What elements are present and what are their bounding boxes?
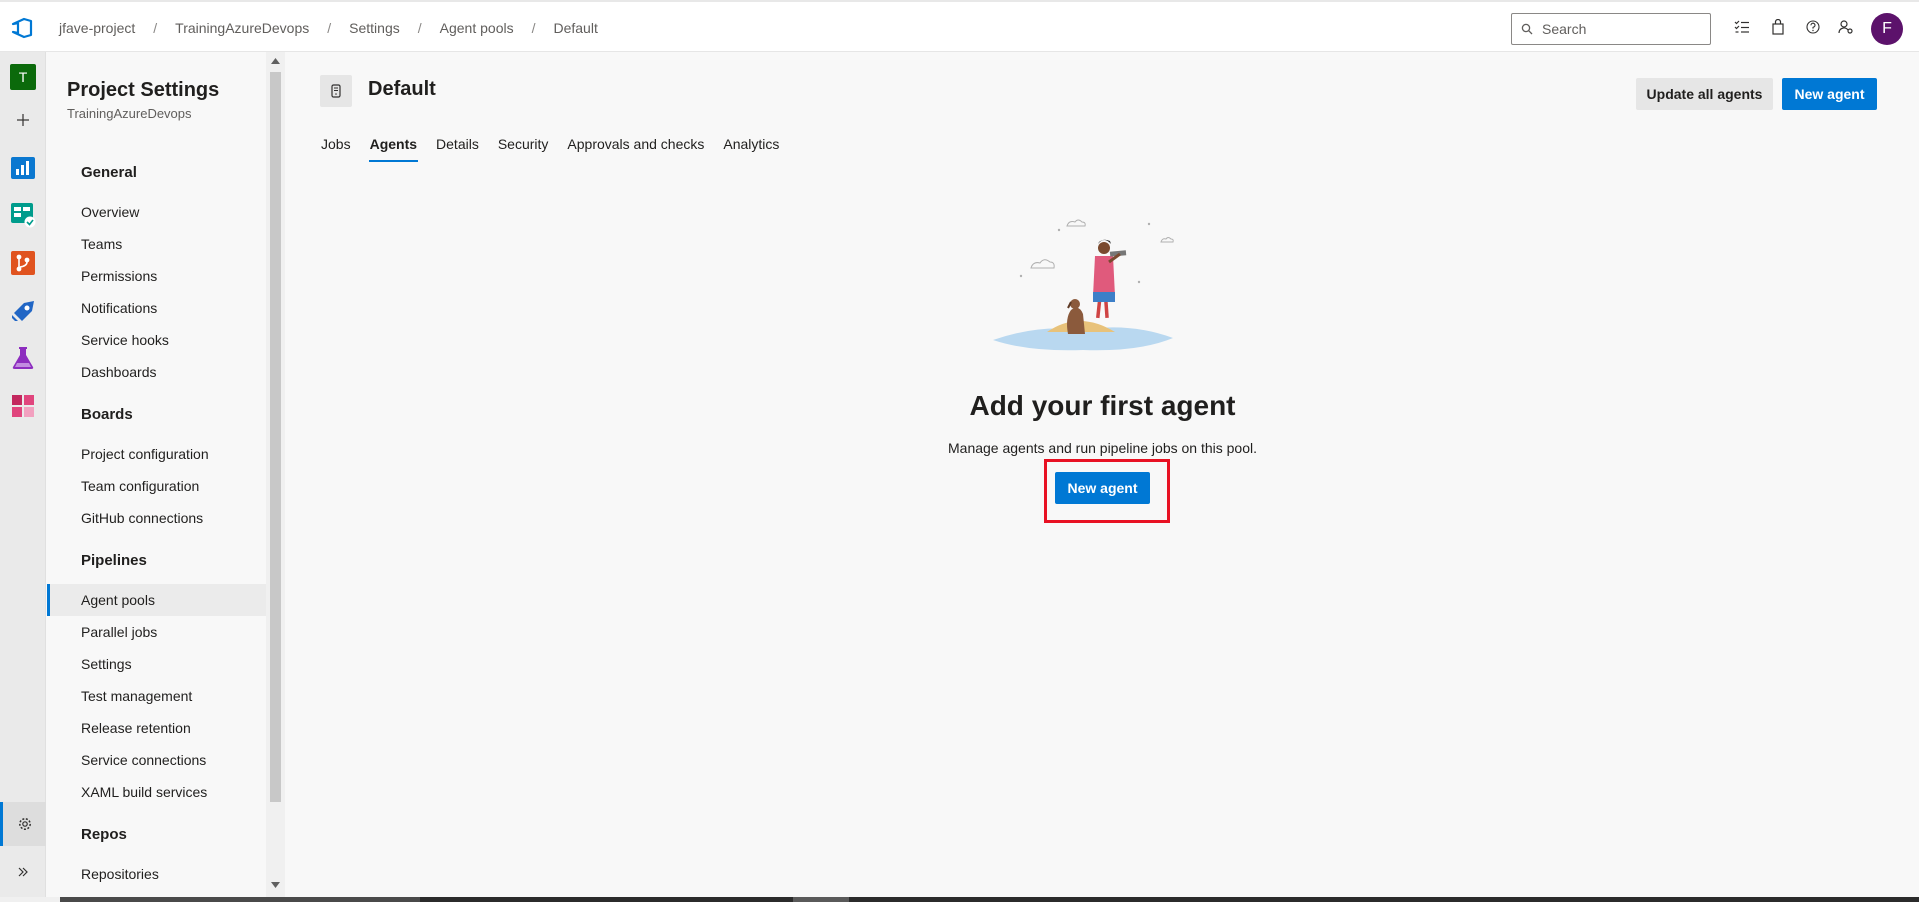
sidebar-item-github-connections[interactable]: GitHub connections — [47, 502, 266, 534]
work-items-list-icon[interactable] — [1732, 17, 1752, 37]
breadcrumb-separator: / — [153, 20, 158, 36]
taskbar-segment — [60, 897, 420, 902]
boards-icon[interactable] — [10, 202, 36, 228]
breadcrumb-organization[interactable]: jfave-project — [57, 20, 137, 36]
empty-state-description: Manage agents and run pipeline jobs on t… — [948, 440, 1257, 456]
scroll-up-arrow-icon[interactable] — [271, 58, 280, 64]
main-content: Default Update all agents New agent Jobs… — [286, 52, 1919, 897]
expand-icon[interactable] — [0, 852, 46, 892]
sidebar-subtitle: TrainingAzureDevops — [67, 106, 192, 121]
pool-tabs: Jobs Agents Details Security Approvals a… — [320, 126, 797, 162]
sidebar-item-service-connections[interactable]: Service connections — [47, 744, 266, 776]
sidebar-item-settings[interactable]: Settings — [47, 648, 266, 680]
empty-state-illustration — [993, 219, 1174, 351]
sidebar-item-release-retention[interactable]: Release retention — [47, 712, 266, 744]
page-title: Default — [368, 78, 436, 100]
taskbar-segment — [0, 897, 60, 902]
sidebar-item-xaml-build-services[interactable]: XAML build services — [47, 776, 266, 808]
avatar[interactable]: F — [1871, 13, 1903, 45]
breadcrumb-separator: / — [531, 20, 536, 36]
sidebar-item-notifications[interactable]: Notifications — [47, 292, 266, 324]
overview-icon[interactable] — [10, 155, 36, 181]
sidebar-item-team-configuration[interactable]: Team configuration — [47, 470, 266, 502]
sidebar-item-repositories[interactable]: Repositories — [47, 858, 266, 890]
breadcrumb-agent-pools[interactable]: Agent pools — [438, 20, 516, 36]
search-box[interactable] — [1511, 13, 1711, 45]
sidebar-item-teams[interactable]: Teams — [47, 228, 266, 260]
breadcrumb: jfave-project / TrainingAzureDevops / Se… — [57, 2, 600, 54]
breadcrumb-separator: / — [327, 20, 332, 36]
sidebar-scrollbar[interactable] — [266, 52, 285, 897]
left-nav-rail: T — [0, 52, 46, 897]
scrollbar-thumb[interactable] — [270, 72, 281, 802]
artifacts-icon[interactable] — [10, 393, 36, 419]
sidebar-item-permissions[interactable]: Permissions — [47, 260, 266, 292]
tab-details[interactable]: Details — [435, 126, 480, 162]
tab-jobs[interactable]: Jobs — [320, 126, 352, 162]
sidebar-item-project-configuration[interactable]: Project configuration — [47, 438, 266, 470]
section-general: General — [81, 164, 137, 181]
marketplace-bag-icon[interactable] — [1768, 17, 1788, 37]
user-settings-icon[interactable] — [1836, 17, 1856, 37]
tab-approvals-and-checks[interactable]: Approvals and checks — [566, 126, 705, 162]
tab-security[interactable]: Security — [497, 126, 550, 162]
sidebar-item-test-management[interactable]: Test management — [47, 680, 266, 712]
help-icon[interactable] — [1803, 17, 1823, 37]
add-icon[interactable] — [10, 107, 36, 133]
empty-state-title: Add your first agent — [969, 390, 1236, 421]
taskbar-segment — [793, 897, 849, 902]
breadcrumb-project[interactable]: TrainingAzureDevops — [173, 20, 311, 36]
section-repos: Repos — [81, 826, 127, 843]
project-settings-gear-icon[interactable] — [0, 802, 46, 846]
sidebar-item-agent-pools[interactable]: Agent pools — [47, 584, 266, 616]
settings-sidebar: Project Settings TrainingAzureDevops Gen… — [47, 52, 285, 897]
tab-agents[interactable]: Agents — [368, 126, 419, 162]
new-agent-button[interactable]: New agent — [1782, 78, 1877, 110]
breadcrumb-settings[interactable]: Settings — [347, 20, 402, 36]
pipelines-icon[interactable] — [10, 298, 36, 324]
empty-state-new-agent-button[interactable]: New agent — [1055, 472, 1150, 504]
tab-analytics[interactable]: Analytics — [722, 126, 780, 162]
sidebar-item-overview[interactable]: Overview — [47, 196, 266, 228]
top-bar: jfave-project / TrainingAzureDevops / Se… — [0, 0, 1919, 52]
search-input[interactable] — [1542, 21, 1692, 37]
sidebar-item-dashboards[interactable]: Dashboards — [47, 356, 266, 388]
agent-pool-icon — [320, 75, 352, 107]
sidebar-title: Project Settings — [67, 79, 220, 101]
sidebar-item-service-hooks[interactable]: Service hooks — [47, 324, 266, 356]
repos-icon[interactable] — [10, 250, 36, 276]
project-badge[interactable]: T — [10, 64, 36, 90]
bottom-taskbar-strip — [0, 897, 1919, 902]
section-boards: Boards — [81, 406, 133, 423]
sidebar-item-parallel-jobs[interactable]: Parallel jobs — [47, 616, 266, 648]
test-plans-icon[interactable] — [10, 345, 36, 371]
azure-devops-logo-icon[interactable] — [10, 16, 34, 40]
search-icon — [1521, 23, 1533, 35]
breadcrumb-default[interactable]: Default — [551, 20, 599, 36]
scroll-down-arrow-icon[interactable] — [271, 882, 280, 888]
section-pipelines: Pipelines — [81, 552, 147, 569]
breadcrumb-separator: / — [417, 20, 422, 36]
update-all-agents-button[interactable]: Update all agents — [1636, 78, 1773, 110]
